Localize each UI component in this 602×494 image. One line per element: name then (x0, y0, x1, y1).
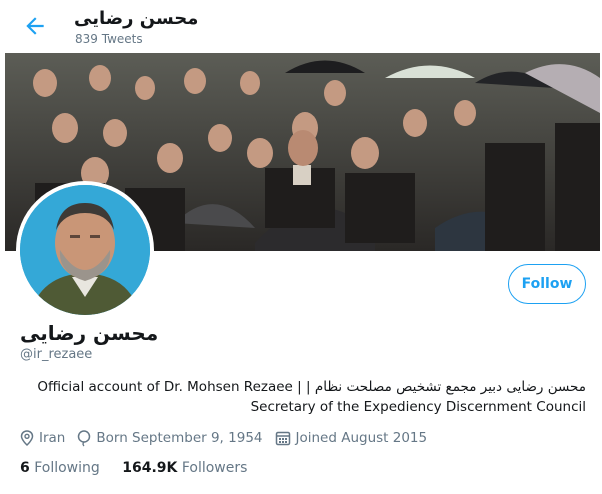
profile-handle: @ir_rezaee (20, 347, 93, 362)
location: Iran (20, 430, 65, 446)
avatar[interactable] (20, 185, 150, 315)
profile-name: محسن رضایی (20, 321, 159, 345)
arrow-left-icon[interactable] (22, 13, 48, 39)
header-tweet-count: 839 Tweets (75, 32, 143, 46)
calendar-icon (275, 431, 290, 446)
followers-link[interactable]: 164.9K Followers (122, 460, 247, 476)
profile-header-bar: محسن رضایی 839 Tweets (0, 0, 602, 52)
location-text: Iran (39, 430, 66, 446)
balloon-icon (78, 429, 91, 446)
following-count: 6 (20, 460, 30, 476)
bio-line: Official account of Dr. Mohsen Rezaee | … (37, 379, 586, 395)
join-date: Joined August 2015 (275, 430, 428, 446)
following-label: Following (34, 460, 100, 476)
join-date-text: Joined August 2015 (295, 430, 428, 446)
profile-meta: Iran Born September 9, 1954 Joined Augus… (20, 427, 439, 449)
bio-line: Secretary of the Expediency Discernment … (250, 399, 586, 415)
follow-stats: 6 Following 164.9K Followers (20, 460, 265, 476)
birthdate: Born September 9, 1954 (77, 429, 263, 447)
birthdate-text: Born September 9, 1954 (96, 430, 263, 446)
location-pin-icon (20, 430, 34, 446)
header-profile-name: محسن رضایی (74, 8, 199, 29)
followers-label: Followers (181, 460, 248, 476)
followers-count: 164.9K (122, 460, 178, 476)
profile-bio: Official account of Dr. Mohsen Rezaee | … (26, 377, 586, 417)
follow-button[interactable]: Follow (508, 264, 586, 304)
following-link[interactable]: 6 Following (20, 460, 100, 476)
